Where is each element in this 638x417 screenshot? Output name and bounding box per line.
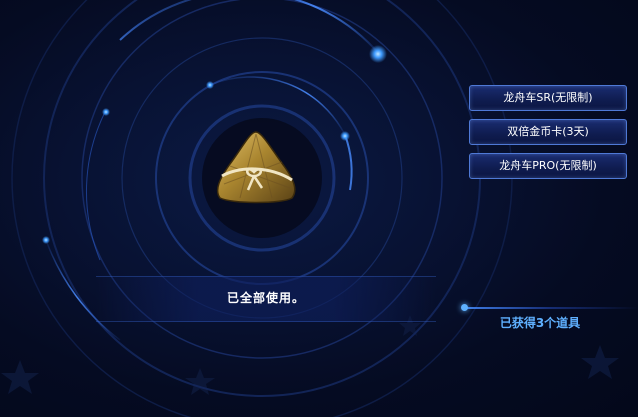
status-band: 已全部使用。 [96,276,436,322]
reward-item-dragon-boat-sr[interactable]: 龙舟车SR(无限制) [469,85,627,111]
zongzi-icon [210,128,302,208]
glow-dot-icon [461,304,468,311]
status-message: 已全部使用。 [226,291,305,305]
obtained-count-text: 已获得3个道具 [499,316,581,330]
obtained-divider [462,307,638,309]
background-rings [1,0,619,417]
reward-item-double-coin-card[interactable]: 双倍金币卡(3天) [469,119,627,145]
reward-list: 龙舟车SR(无限制) 双倍金币卡(3天) 龙舟车PRO(无限制) [469,85,627,187]
reward-item-dragon-boat-pro[interactable]: 龙舟车PRO(无限制) [469,153,627,179]
